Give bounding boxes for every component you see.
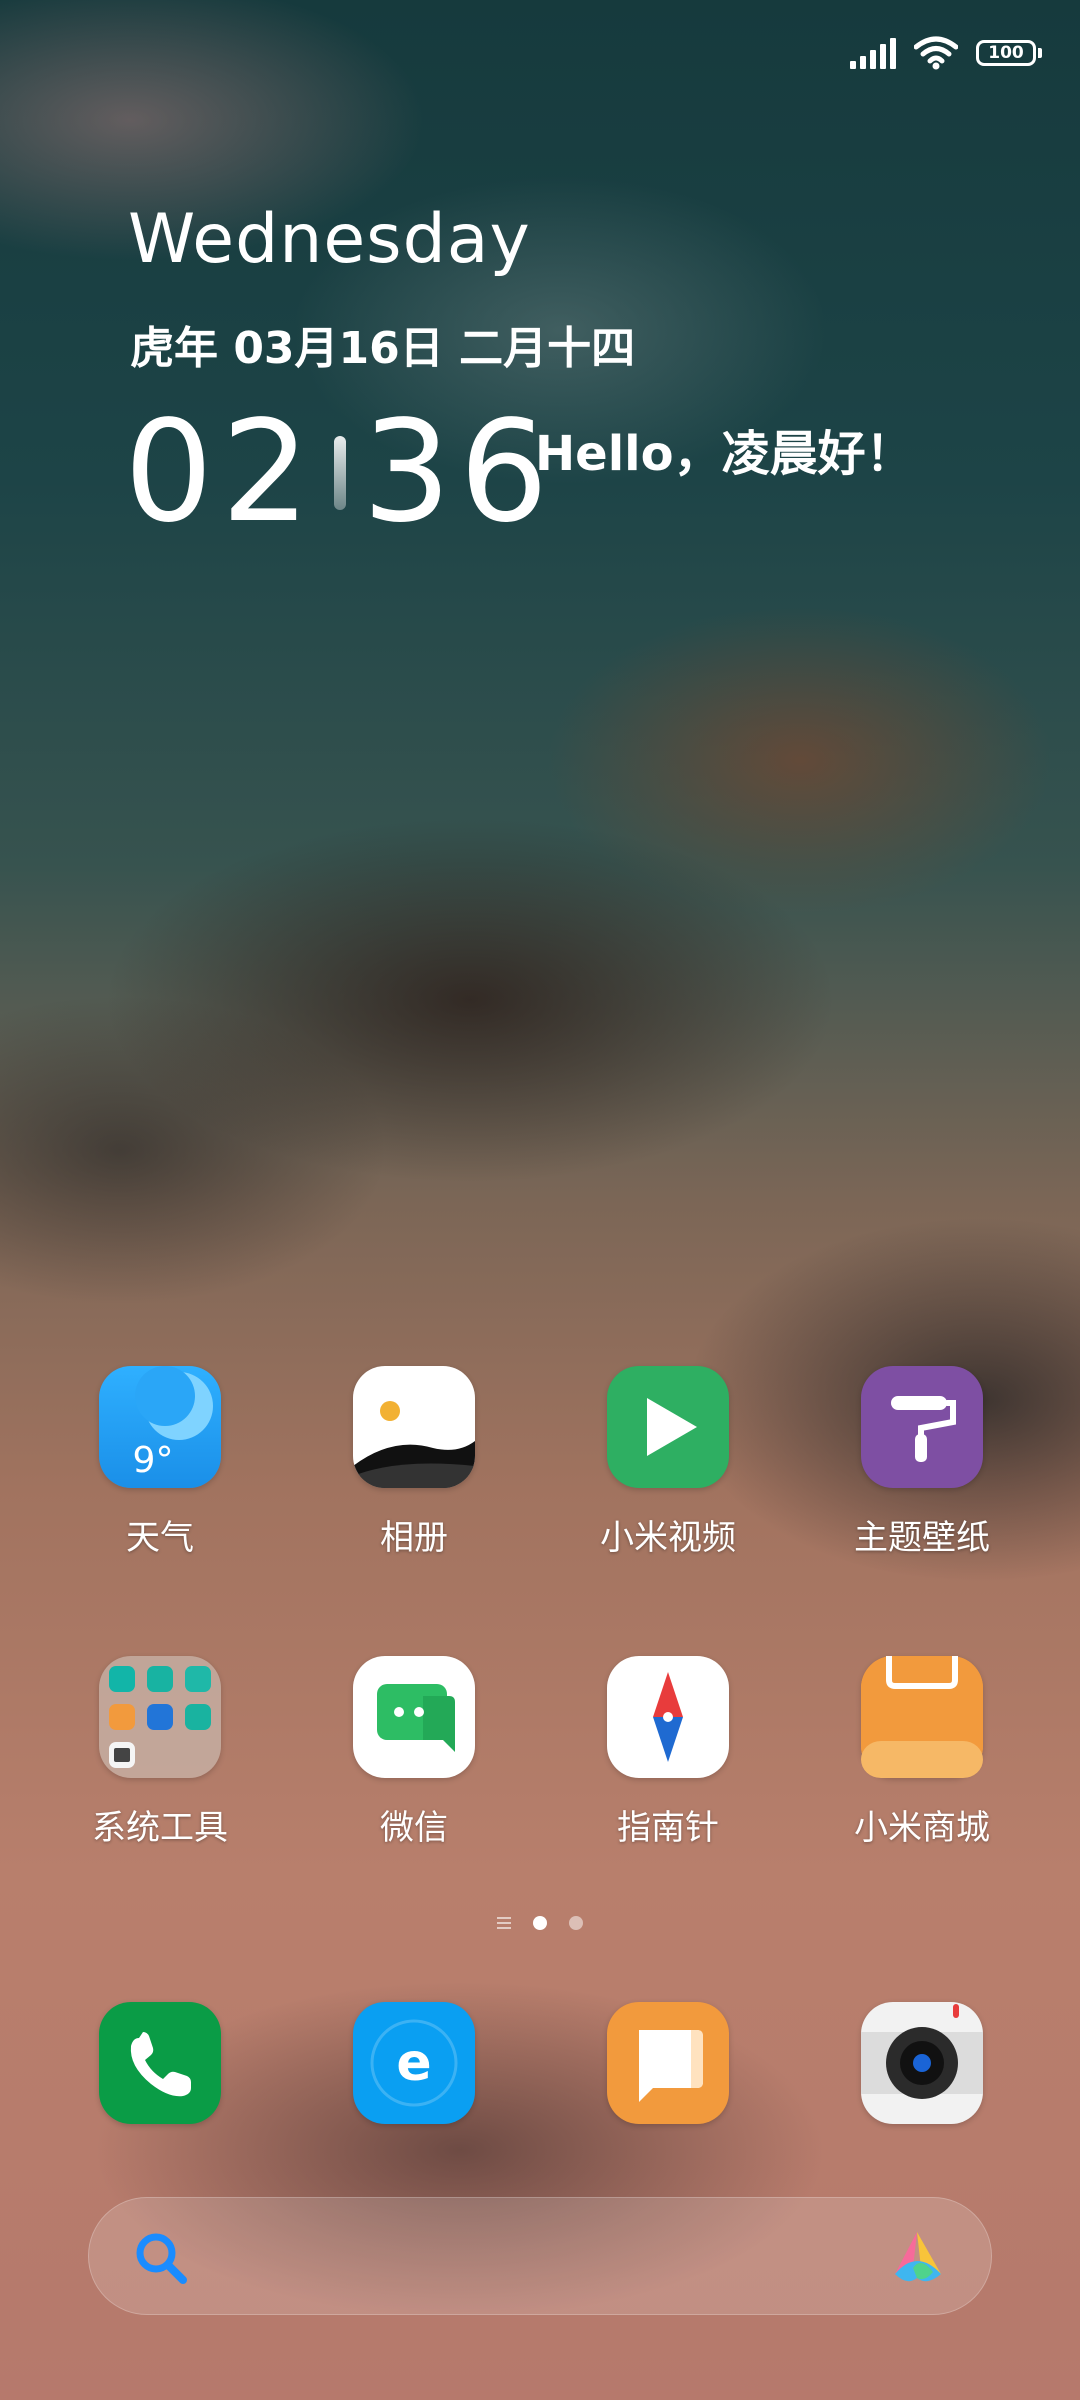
search-icon bbox=[133, 2230, 189, 2290]
phone-icon bbox=[99, 2002, 221, 2124]
page-dot-2[interactable] bbox=[569, 1916, 583, 1930]
app-label: 相册 bbox=[380, 1518, 448, 1558]
app-label: 指南针 bbox=[617, 1808, 719, 1848]
assistant-icon[interactable] bbox=[887, 2228, 951, 2290]
app-mi-video[interactable]: 小米视频 bbox=[568, 1366, 768, 1559]
shopping-bag-icon bbox=[861, 1656, 983, 1778]
app-label: 小米视频 bbox=[600, 1518, 736, 1558]
app-drawer-indicator-icon[interactable] bbox=[497, 1917, 511, 1929]
page-indicator[interactable] bbox=[0, 1916, 1080, 1930]
app-weather[interactable]: 9° 天气 bbox=[60, 1366, 260, 1559]
weather-icon: 9° bbox=[99, 1366, 221, 1488]
status-bar: 100 bbox=[850, 28, 1042, 78]
camera-icon bbox=[861, 2002, 983, 2124]
signal-icon bbox=[850, 37, 896, 69]
battery-icon: 100 bbox=[976, 40, 1042, 66]
app-label: 微信 bbox=[380, 1808, 448, 1848]
battery-level: 100 bbox=[976, 40, 1036, 66]
page-dot-1[interactable] bbox=[533, 1916, 547, 1930]
search-bar[interactable] bbox=[88, 2197, 992, 2315]
app-themes[interactable]: 主题壁纸 bbox=[822, 1366, 1022, 1559]
app-wechat[interactable]: 微信 bbox=[314, 1656, 514, 1849]
dock-camera[interactable] bbox=[822, 2002, 1022, 2124]
app-mi-store[interactable]: 小米商城 bbox=[822, 1656, 1022, 1849]
folder-icon bbox=[99, 1656, 221, 1778]
dock-browser[interactable]: e bbox=[314, 2002, 514, 2124]
compass-icon bbox=[607, 1656, 729, 1778]
gallery-icon bbox=[353, 1366, 475, 1488]
clock-hour: 02 bbox=[124, 391, 319, 554]
app-compass[interactable]: 指南针 bbox=[568, 1656, 768, 1849]
weather-temp: 9° bbox=[133, 1440, 174, 1481]
app-label: 天气 bbox=[126, 1518, 194, 1558]
clock-colon bbox=[334, 436, 347, 510]
date-label: 虎年 03月16日 二月十四 bbox=[130, 323, 636, 374]
wechat-icon bbox=[353, 1656, 475, 1778]
paint-roller-icon bbox=[861, 1366, 983, 1488]
dock-phone[interactable] bbox=[60, 2002, 260, 2124]
folder-system-tools[interactable]: 系统工具 bbox=[60, 1656, 260, 1849]
app-label: 系统工具 bbox=[92, 1808, 228, 1848]
home-screen: 100 Wednesday 虎年 03月16日 二月十四 02 36 Hello… bbox=[0, 0, 1080, 2400]
app-label: 主题壁纸 bbox=[854, 1518, 990, 1558]
browser-letter: e bbox=[396, 2033, 431, 2093]
clock-minute: 36 bbox=[362, 391, 557, 554]
play-icon bbox=[607, 1366, 729, 1488]
browser-icon: e bbox=[353, 2002, 475, 2124]
dock-messages[interactable] bbox=[568, 2002, 768, 2124]
app-gallery[interactable]: 相册 bbox=[314, 1366, 514, 1559]
greeting-text: Hello，凌晨好！ bbox=[535, 426, 914, 482]
messages-icon bbox=[607, 2002, 729, 2124]
clock-time: 02 36 bbox=[124, 398, 556, 548]
weekday-label: Wednesday bbox=[128, 200, 531, 279]
wifi-icon bbox=[914, 36, 958, 70]
app-label: 小米商城 bbox=[854, 1808, 990, 1848]
